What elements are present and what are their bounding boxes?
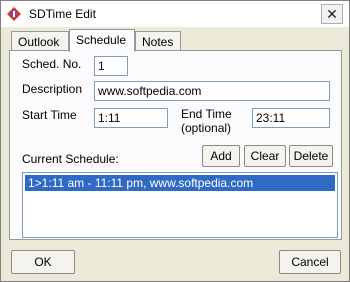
end-time-label: End Time <box>181 107 232 121</box>
tab-notes-label: Notes <box>142 35 174 49</box>
end-time-value: 23:11 <box>256 111 286 125</box>
ok-button-label: OK <box>34 255 52 269</box>
start-time-field[interactable]: 1:11 <box>94 108 168 128</box>
tab-schedule[interactable]: Schedule <box>69 29 135 52</box>
title-bar[interactable]: SDTime Edit ✕ <box>1 1 349 27</box>
cancel-button[interactable]: Cancel <box>279 250 341 274</box>
delete-button-label: Delete <box>293 149 329 163</box>
sched-no-label: Sched. No. <box>22 57 82 71</box>
app-icon <box>7 7 21 21</box>
tab-schedule-label: Schedule <box>76 33 127 47</box>
sched-no-value: 1 <box>98 59 105 73</box>
list-item-text: 1>1:11 am - 11:11 pm, www.softpedia.com <box>28 176 254 190</box>
list-item[interactable]: 1>1:11 am - 11:11 pm, www.softpedia.com <box>25 175 335 191</box>
tab-notes[interactable]: Notes <box>135 31 181 51</box>
start-time-label: Start Time <box>22 108 77 122</box>
description-value: www.softpedia.com <box>98 84 202 98</box>
end-time-field[interactable]: 23:11 <box>252 108 330 128</box>
dialog-window: SDTime Edit ✕ Outlook Schedule Notes Sch… <box>0 0 350 282</box>
start-time-value: 1:11 <box>98 111 121 125</box>
close-icon: ✕ <box>326 5 338 22</box>
sched-no-field[interactable]: 1 <box>94 56 128 76</box>
add-button-label: Add <box>210 149 232 163</box>
ok-button[interactable]: OK <box>11 250 75 274</box>
tab-outlook[interactable]: Outlook <box>11 31 69 51</box>
current-schedule-label: Current Schedule: <box>22 152 119 166</box>
schedule-panel: Sched. No. 1 Description www.softpedia.c… <box>9 50 342 240</box>
close-button[interactable]: ✕ <box>321 4 343 24</box>
description-label: Description <box>22 82 83 96</box>
delete-button[interactable]: Delete <box>289 145 333 167</box>
end-time-optional-label: (optional) <box>181 121 232 135</box>
add-button[interactable]: Add <box>202 145 240 167</box>
cancel-button-label: Cancel <box>291 255 329 269</box>
description-field[interactable]: www.softpedia.com <box>94 81 330 101</box>
clear-button[interactable]: Clear <box>244 145 286 167</box>
clear-button-label: Clear <box>250 149 280 163</box>
window-title: SDTime Edit <box>29 7 96 21</box>
tab-outlook-label: Outlook <box>18 35 60 49</box>
schedule-list[interactable]: 1>1:11 am - 11:11 pm, www.softpedia.com <box>22 172 338 238</box>
